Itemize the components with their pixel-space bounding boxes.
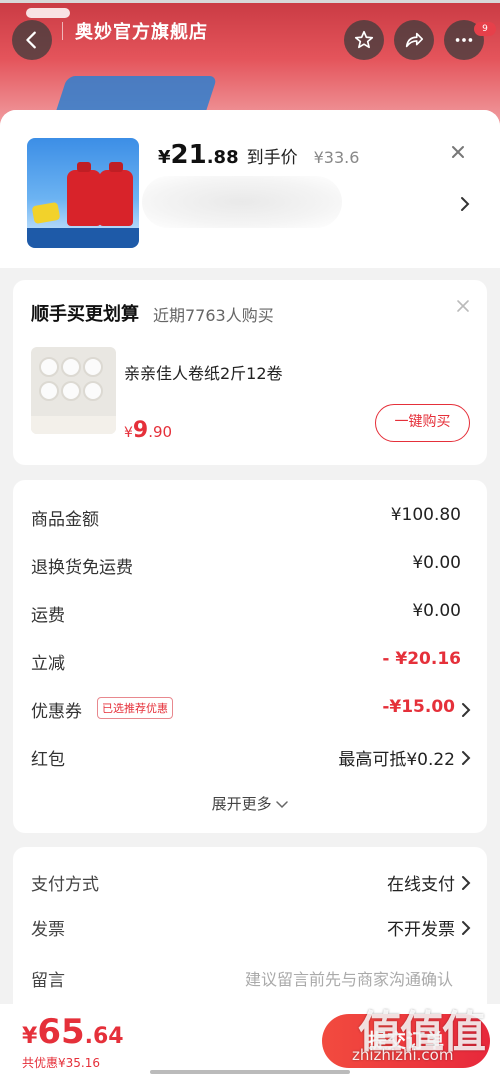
submit-order-button[interactable]: 提交订单: [322, 1014, 490, 1068]
product-price: ¥ 21 .88 到手价 ¥33.6: [158, 140, 359, 170]
product-header: ¥ 21 .88 到手价 ¥33.6: [0, 110, 500, 268]
store-name[interactable]: 奥妙官方旗舰店: [75, 18, 208, 44]
price-currency: ¥: [158, 147, 171, 168]
blurred-address[interactable]: [142, 176, 342, 228]
return-shipping-label: 退换货免运费: [31, 558, 133, 578]
chevron-right-icon[interactable]: [461, 702, 471, 718]
back-button[interactable]: [12, 20, 52, 60]
payment-method-value-wrap: 在线支付: [387, 870, 471, 895]
bottle-image: [99, 162, 133, 226]
thumbnail-strip: [27, 228, 139, 248]
tissue-roll: [61, 381, 81, 401]
price-label: 到手价: [246, 148, 298, 168]
tissue-roll: [83, 381, 103, 401]
total-savings: 共优惠¥35.16: [22, 1056, 100, 1070]
shipping-value: ¥0.00: [412, 601, 461, 621]
invoice-value-wrap: 不开发票: [387, 915, 471, 940]
tissue-roll: [39, 381, 59, 401]
red-packet-value-wrap: 最高可抵¥0.22: [338, 745, 471, 770]
bottle-image: [67, 162, 101, 226]
star-icon: [354, 30, 374, 49]
recommend-subtitle: 近期7763人购买: [153, 306, 274, 325]
chevron-right-icon[interactable]: [461, 875, 471, 891]
goods-amount-row: 商品金额 ¥100.80: [31, 502, 471, 532]
shipping-label: 运费: [31, 606, 65, 626]
price-decimal: .90: [148, 423, 173, 441]
price-integer: 65: [37, 1012, 85, 1052]
recommend-price: ¥9.90: [124, 418, 172, 443]
chevron-right-icon[interactable]: [461, 920, 471, 936]
coupon-row[interactable]: 优惠券 已选推荐优惠 -¥15.00: [31, 694, 471, 724]
red-packet-row[interactable]: 红包 最高可抵¥0.22: [31, 742, 471, 772]
more-icon: [455, 38, 473, 42]
notification-badge: 9: [474, 22, 496, 36]
favorite-button[interactable]: [344, 20, 384, 60]
tissue-roll: [61, 357, 81, 377]
coupon-badge: 已选推荐优惠: [97, 697, 173, 719]
red-packet-label: 红包: [31, 750, 65, 770]
product-tag: [31, 416, 116, 434]
price-integer: 9: [132, 418, 149, 443]
back-icon: [26, 31, 36, 49]
recommend-card: 顺手买更划算 近期7763人购买 亲亲佳人卷纸2斤12卷 ¥9.90 一键购买: [13, 280, 487, 465]
recommend-product-image[interactable]: [31, 347, 116, 434]
discount-label: 立减: [31, 654, 65, 674]
chevron-right-icon[interactable]: [460, 196, 470, 212]
invoice-value: 不开发票: [387, 920, 455, 940]
coupon-value-wrap: -¥15.00: [382, 697, 471, 717]
checkout-bar: ¥65.64 共优惠¥35.16 提交订单: [0, 1004, 500, 1075]
shipping-row: 运费 ¥0.00: [31, 598, 471, 628]
return-shipping-row: 退换货免运费 ¥0.00: [31, 550, 471, 580]
payment-method-label: 支付方式: [31, 875, 99, 895]
order-sheet: ¥ 21 .88 到手价 ¥33.6 顺手买更划算 近期7763人购买 亲亲佳人…: [0, 110, 500, 1075]
status-line: [0, 0, 500, 3]
expand-more-label: 展开更多: [211, 795, 272, 813]
close-icon[interactable]: [455, 298, 471, 314]
price-currency: ¥: [22, 1024, 38, 1049]
price-decimal: .88: [206, 147, 239, 168]
recommend-title: 顺手买更划算: [31, 304, 139, 325]
recommend-product-name[interactable]: 亲亲佳人卷纸2斤12卷: [124, 360, 283, 384]
home-indicator[interactable]: [150, 1070, 350, 1074]
goods-amount-value: ¥100.80: [390, 505, 461, 525]
chevron-right-icon[interactable]: [461, 750, 471, 766]
red-packet-value: 最高可抵¥0.22: [338, 750, 455, 770]
payment-method-row[interactable]: 支付方式 在线支付: [31, 867, 471, 897]
payment-card: 支付方式 在线支付 发票 不开发票 留言 建议留言前先与商家沟通确认: [13, 847, 487, 1017]
price-currency: ¥: [124, 425, 133, 441]
promo-burst: [31, 201, 61, 225]
price-decimal: .64: [84, 1024, 124, 1049]
tissue-roll: [39, 357, 59, 377]
tissue-roll: [83, 357, 103, 377]
store-logo: [26, 8, 70, 18]
coupon-label: 优惠券: [31, 702, 82, 722]
message-input[interactable]: 建议留言前先与商家沟通确认: [245, 966, 453, 990]
goods-amount-label: 商品金额: [31, 510, 99, 530]
return-shipping-value: ¥0.00: [412, 553, 461, 573]
original-price: ¥33.6: [313, 148, 360, 167]
message-label: 留言: [31, 971, 65, 991]
payment-method-value: 在线支付: [387, 875, 455, 895]
chevron-down-icon: [276, 801, 289, 809]
message-row[interactable]: 留言 建议留言前先与商家沟通确认: [31, 963, 471, 993]
discount-row: 立减 - ¥20.16: [31, 646, 471, 676]
invoice-label: 发票: [31, 920, 65, 940]
close-icon[interactable]: [448, 142, 468, 162]
total-price: ¥65.64: [22, 1012, 124, 1052]
coupon-value: -¥15.00: [382, 697, 455, 717]
discount-value: - ¥20.16: [382, 649, 461, 669]
one-click-buy-button[interactable]: 一键购买: [375, 404, 470, 442]
share-icon: [405, 32, 424, 48]
share-button[interactable]: [394, 20, 434, 60]
product-thumbnail[interactable]: [27, 138, 139, 248]
order-summary-card: 商品金额 ¥100.80 退换货免运费 ¥0.00 运费 ¥0.00 立减 - …: [13, 480, 487, 833]
invoice-row[interactable]: 发票 不开发票: [31, 912, 471, 942]
header-divider: [62, 22, 63, 40]
expand-more-button[interactable]: 展开更多: [13, 793, 487, 814]
price-integer: 21: [170, 140, 207, 170]
